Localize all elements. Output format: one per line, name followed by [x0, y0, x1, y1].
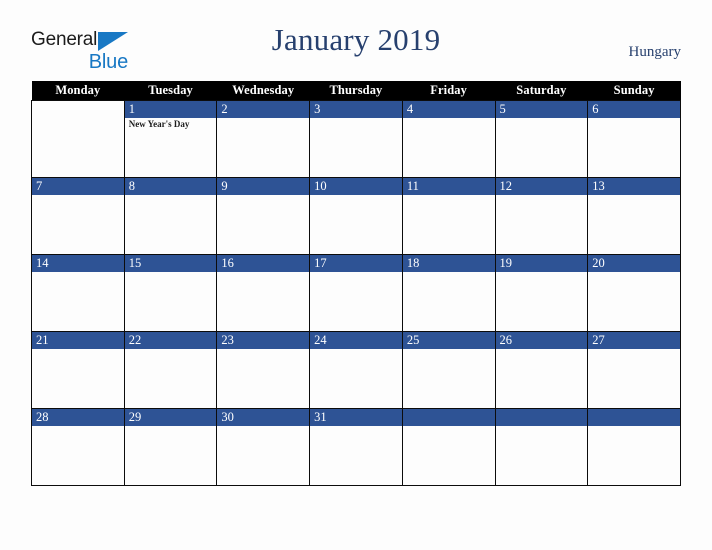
calendar-day-cell[interactable]: 15: [123, 254, 218, 332]
calendar-day-cell[interactable]: [494, 408, 589, 486]
calendar-day-cell[interactable]: 8: [123, 177, 218, 255]
calendar-day-cell[interactable]: [401, 408, 496, 486]
day-number: 9: [217, 178, 310, 195]
day-number: 6: [588, 101, 680, 118]
day-number: 30: [217, 409, 310, 426]
calendar-day-cell[interactable]: 18: [401, 254, 496, 332]
calendar-week-row: 7 8 9 10 11 12 13: [31, 177, 681, 255]
day-number: 2: [217, 101, 310, 118]
day-number: 13: [588, 178, 680, 195]
day-number: 19: [495, 255, 588, 272]
page-header: General Blue January 2019 Hungary: [31, 22, 681, 76]
day-number: [402, 409, 495, 426]
calendar-day-cell[interactable]: 31: [309, 408, 403, 486]
day-number: 21: [32, 332, 124, 349]
day-number: 14: [32, 255, 124, 272]
day-number: 8: [124, 178, 217, 195]
calendar-day-cell[interactable]: 12: [494, 177, 589, 255]
day-number: 27: [588, 332, 680, 349]
page-title: January 2019: [271, 22, 441, 57]
calendar-week-row: 1 New Year's Day 2 3 4 5 6: [31, 100, 681, 178]
weekday-header-sunday: Sunday: [587, 81, 681, 101]
day-number: 1: [124, 101, 217, 118]
calendar-day-cell[interactable]: 25: [401, 331, 496, 409]
calendar-day-cell[interactable]: 9: [216, 177, 311, 255]
day-number: [588, 409, 680, 426]
calendar-day-cell[interactable]: 6: [587, 100, 681, 178]
calendar-day-cell[interactable]: 26: [494, 331, 589, 409]
calendar-day-cell[interactable]: 29: [123, 408, 218, 486]
calendar-day-cell[interactable]: 5: [494, 100, 589, 178]
calendar-day-cell[interactable]: 1 New Year's Day: [123, 100, 218, 178]
weekday-header-monday: Monday: [31, 81, 125, 101]
calendar-day-cell[interactable]: 16: [216, 254, 311, 332]
day-number: 23: [217, 332, 310, 349]
day-number: 26: [495, 332, 588, 349]
weekday-header-row: Monday Tuesday Wednesday Thursday Friday…: [31, 81, 681, 101]
calendar-day-cell[interactable]: 14: [31, 254, 125, 332]
calendar-day-cell[interactable]: 23: [216, 331, 311, 409]
day-number: 29: [124, 409, 217, 426]
day-number: 22: [124, 332, 217, 349]
calendar-day-cell[interactable]: [31, 100, 125, 178]
day-number: 12: [495, 178, 588, 195]
day-number: 28: [32, 409, 124, 426]
day-number: 25: [402, 332, 495, 349]
day-number: 3: [310, 101, 402, 118]
calendar-day-cell[interactable]: 2: [216, 100, 311, 178]
day-number: [495, 409, 588, 426]
calendar-day-cell[interactable]: 21: [31, 331, 125, 409]
day-number: 5: [495, 101, 588, 118]
calendar-day-cell[interactable]: 24: [309, 331, 403, 409]
country-label: Hungary: [628, 44, 682, 60]
calendar-day-cell[interactable]: 19: [494, 254, 589, 332]
holiday-label: New Year's Day: [128, 119, 190, 129]
day-number: 7: [32, 178, 124, 195]
calendar-week-row: 28 29 30 31: [31, 408, 681, 486]
calendar-day-cell[interactable]: 11: [401, 177, 496, 255]
day-number: [32, 101, 124, 118]
day-number: 15: [124, 255, 217, 272]
day-number: 24: [310, 332, 402, 349]
calendar-day-cell[interactable]: 3: [309, 100, 403, 178]
calendar-page: General Blue January 2019 Hungary Monday…: [0, 0, 712, 550]
weekday-header-friday: Friday: [402, 81, 496, 101]
calendar-body: 1 New Year's Day 2 3 4 5 6 7 8 9 10 11 12 13 14 15 16 17 1…: [31, 100, 681, 486]
calendar-day-cell[interactable]: 13: [587, 177, 681, 255]
weekday-header-wednesday: Wednesday: [216, 81, 310, 101]
calendar-day-cell[interactable]: 22: [123, 331, 218, 409]
day-number: 31: [310, 409, 402, 426]
calendar-day-cell[interactable]: 7: [31, 177, 125, 255]
day-number: 16: [217, 255, 310, 272]
calendar-day-cell[interactable]: 30: [216, 408, 311, 486]
day-number: 17: [310, 255, 402, 272]
calendar-day-cell[interactable]: 27: [587, 331, 681, 409]
weekday-header-saturday: Saturday: [495, 81, 588, 101]
weekday-header-thursday: Thursday: [309, 81, 403, 101]
calendar-week-row: 14 15 16 17 18 19 20: [31, 254, 681, 332]
day-number: 11: [402, 178, 495, 195]
day-number: 20: [588, 255, 680, 272]
day-number: 18: [402, 255, 495, 272]
calendar-grid: Monday Tuesday Wednesday Thursday Friday…: [31, 81, 681, 486]
weekday-header-tuesday: Tuesday: [124, 81, 217, 101]
calendar-day-cell[interactable]: 4: [401, 100, 496, 178]
day-number: 4: [402, 101, 495, 118]
calendar-day-cell[interactable]: 20: [587, 254, 681, 332]
calendar-day-cell[interactable]: [587, 408, 681, 486]
calendar-week-row: 21 22 23 24 25 26 27: [31, 331, 681, 409]
calendar-day-cell[interactable]: 10: [309, 177, 403, 255]
calendar-day-cell[interactable]: 17: [309, 254, 403, 332]
calendar-day-cell[interactable]: 28: [31, 408, 125, 486]
day-number: 10: [310, 178, 402, 195]
